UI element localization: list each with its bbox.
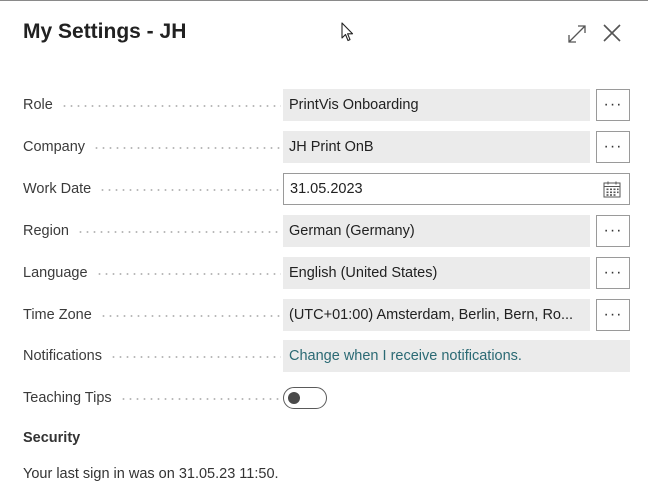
company-label: Company (23, 139, 86, 155)
time-zone-lookup-button[interactable]: ··· (596, 299, 630, 331)
work-date-label: Work Date (23, 181, 92, 197)
region-label: Region (23, 223, 69, 239)
notifications-link[interactable]: Change when I receive notifications. (283, 340, 630, 372)
leader-dots (99, 189, 281, 191)
leader-dots (60, 105, 281, 107)
company-field[interactable]: JH Print OnB (283, 131, 590, 163)
work-date-row: Work Date 31.05.2023 (23, 173, 630, 205)
time-zone-label: Time Zone (23, 307, 92, 323)
region-row: Region German (Germany) ··· (23, 215, 630, 247)
role-field[interactable]: PrintVis Onboarding (283, 89, 590, 121)
teaching-tips-toggle[interactable] (283, 387, 327, 409)
close-icon[interactable] (601, 22, 623, 44)
window-top-border (0, 0, 648, 1)
work-date-input[interactable]: 31.05.2023 (283, 173, 630, 205)
last-sign-in-text: Your last sign in was on 31.05.23 11:50. (23, 466, 279, 482)
dialog-title: My Settings - JH (23, 20, 187, 43)
security-heading: Security (23, 430, 81, 446)
leader-dots (95, 273, 281, 275)
calendar-icon[interactable] (603, 181, 621, 198)
notifications-label: Notifications (23, 348, 102, 364)
language-lookup-button[interactable]: ··· (596, 257, 630, 289)
role-label: Role (23, 97, 53, 113)
language-label: Language (23, 265, 88, 281)
region-field[interactable]: German (Germany) (283, 215, 590, 247)
leader-dots (99, 315, 281, 317)
mouse-pointer-icon (341, 22, 354, 42)
leader-dots (119, 398, 281, 400)
leader-dots (93, 147, 281, 149)
role-row: Role PrintVis Onboarding ··· (23, 89, 630, 121)
time-zone-field[interactable]: (UTC+01:00) Amsterdam, Berlin, Bern, Ro.… (283, 299, 590, 331)
leader-dots (109, 356, 281, 358)
language-field[interactable]: English (United States) (283, 257, 590, 289)
leader-dots (76, 231, 281, 233)
toggle-knob (288, 392, 300, 404)
teaching-tips-label: Teaching Tips (23, 390, 112, 406)
language-row: Language English (United States) ··· (23, 257, 630, 289)
company-lookup-button[interactable]: ··· (596, 131, 630, 163)
expand-icon[interactable] (566, 23, 588, 45)
region-lookup-button[interactable]: ··· (596, 215, 630, 247)
company-row: Company JH Print OnB ··· (23, 131, 630, 163)
teaching-tips-row: Teaching Tips (23, 382, 630, 414)
notifications-row: Notifications Change when I receive noti… (23, 340, 630, 372)
time-zone-row: Time Zone (UTC+01:00) Amsterdam, Berlin,… (23, 299, 630, 331)
role-lookup-button[interactable]: ··· (596, 89, 630, 121)
